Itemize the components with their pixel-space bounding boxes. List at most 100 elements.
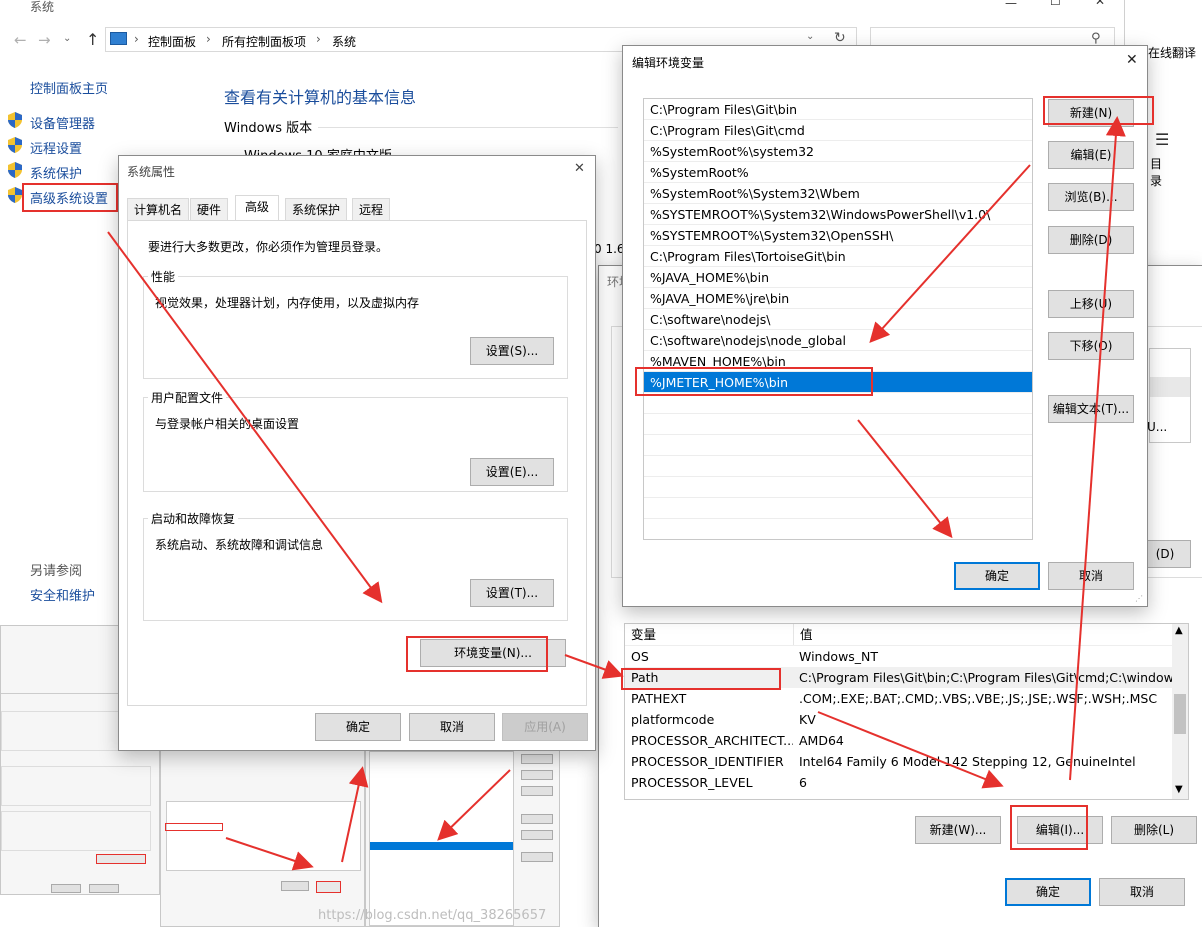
security-link[interactable]: 安全和维护 xyxy=(30,585,95,604)
delete-button[interactable]: 删除(D) xyxy=(1048,226,1134,254)
nav-back-icon[interactable]: ← xyxy=(14,31,27,49)
var-name: OS xyxy=(631,649,649,664)
column-header[interactable]: 变量 xyxy=(625,624,793,645)
minimize-icon[interactable]: — xyxy=(1005,0,1017,10)
version-divider xyxy=(318,127,618,128)
path-entries-list[interactable]: C:\Program Files\Git\bin C:\Program File… xyxy=(643,98,1033,540)
edit-text-button[interactable]: 编辑文本(T)... xyxy=(1048,395,1134,423)
browse-button[interactable]: 浏览(B)... xyxy=(1048,183,1134,211)
breadcrumb-system[interactable]: 系统 xyxy=(332,33,356,50)
thumbnail-env-vars xyxy=(160,740,365,927)
move-up-button[interactable]: 上移(U) xyxy=(1048,290,1134,318)
nav-up-icon[interactable]: ↑ xyxy=(86,30,99,49)
user-profiles-settings-button[interactable]: 设置(E)... xyxy=(470,458,554,486)
env-ok-button[interactable]: 确定 xyxy=(1005,878,1091,906)
list-item-empty[interactable] xyxy=(644,435,1032,456)
ok-button[interactable]: 确定 xyxy=(315,713,401,741)
system-vars-list[interactable]: 变量 值 OS Windows_NT Path C:\Program Files\G… xyxy=(624,623,1189,800)
edit-button[interactable]: 编辑(E) xyxy=(1048,141,1134,169)
table-row[interactable]: PROCESSOR_LEVEL 6 xyxy=(625,772,1188,793)
table-row[interactable]: platformcode KV xyxy=(625,709,1188,730)
list-item-empty[interactable] xyxy=(644,498,1032,519)
list-item[interactable]: %JAVA_HOME%\jre\bin xyxy=(644,288,1032,309)
thumbnail-group xyxy=(1,766,151,806)
maximize-icon[interactable]: ☐ xyxy=(1050,0,1061,8)
system-delete-button[interactable]: 删除(L) xyxy=(1111,816,1197,844)
list-item[interactable]: %MAVEN_HOME%\bin xyxy=(644,351,1032,372)
list-item[interactable]: %SystemRoot%\system32 xyxy=(644,141,1032,162)
startup-settings-button[interactable]: 设置(T)... xyxy=(470,579,554,607)
list-item[interactable]: C:\software\nodejs\node_global xyxy=(644,330,1032,351)
list-item-empty[interactable] xyxy=(644,456,1032,477)
close-icon[interactable]: ✕ xyxy=(1126,52,1138,68)
cancel-button[interactable]: 取消 xyxy=(409,713,495,741)
refresh-icon[interactable]: ↻ xyxy=(834,30,846,46)
admin-note: 要进行大多数更改，你必须作为管理员登录。 xyxy=(148,240,389,254)
system-edit-button[interactable]: 编辑(I)... xyxy=(1017,816,1103,844)
list-item-empty[interactable] xyxy=(644,477,1032,498)
nav-dropdown-icon[interactable]: ⌄ xyxy=(63,33,71,44)
user-profiles-desc: 与登录帐户相关的桌面设置 xyxy=(155,417,300,431)
table-row[interactable]: PATHEXT .COM;.EXE;.BAT;.CMD;.VBS;.VBE;.JS… xyxy=(625,688,1188,709)
startup-desc: 系统启动、系统故障和调试信息 xyxy=(155,538,324,552)
sidebar-item-label: 设备管理器 xyxy=(30,117,96,132)
search-icon: ⚲ xyxy=(1091,31,1101,46)
dialog-title: 系统属性 xyxy=(127,165,176,179)
var-name: PATHEXT xyxy=(631,691,687,706)
list-item[interactable]: %SYSTEMROOT%\System32\WindowsPowerShell\… xyxy=(644,204,1032,225)
system-new-button[interactable]: 新建(W)... xyxy=(915,816,1001,844)
list-item[interactable]: C:\Program Files\Git\bin xyxy=(644,99,1032,120)
close-icon[interactable]: ✕ xyxy=(1095,0,1105,8)
close-icon[interactable]: ✕ xyxy=(574,161,585,176)
new-button[interactable]: 新建(N) xyxy=(1048,99,1134,127)
table-row[interactable]: PROCESSOR_ARCHITECT... AMD64 xyxy=(625,730,1188,751)
table-row[interactable]: OS Windows_NT xyxy=(625,646,1188,667)
breadcrumb-all-items[interactable]: 所有控制面板项 xyxy=(222,33,306,50)
move-down-button[interactable]: 下移(O) xyxy=(1048,332,1134,360)
shield-icon xyxy=(8,112,22,131)
list-item-empty[interactable] xyxy=(644,393,1032,414)
apply-button[interactable]: 应用(A) xyxy=(502,713,588,741)
resize-grip-icon[interactable]: ⋰ xyxy=(1135,594,1143,603)
tab-system-protection[interactable]: 系统保护 xyxy=(285,198,348,220)
scrollbar[interactable]: ▲ ▼ xyxy=(1172,624,1188,799)
title-bar: 系统 — ☐ ✕ xyxy=(0,0,1125,16)
thumbnail-button xyxy=(521,814,553,824)
shield-icon xyxy=(8,137,22,156)
dialog-ok-button[interactable]: 确定 xyxy=(954,562,1040,590)
edit-env-dialog: 编辑环境变量 ✕ C:\Program Files\Git\bin C:\Pro… xyxy=(622,45,1154,607)
scroll-up-icon[interactable]: ▲ xyxy=(1175,625,1183,636)
env-cancel-button[interactable]: 取消 xyxy=(1099,878,1185,906)
tab-remote[interactable]: 远程 xyxy=(352,198,391,220)
performance-title: 性能 xyxy=(148,268,179,285)
list-item-empty[interactable] xyxy=(644,414,1032,435)
sidebar-item-label: 远程设置 xyxy=(30,142,83,157)
list-item[interactable]: %SystemRoot%\System32\Wbem xyxy=(644,183,1032,204)
list-item[interactable]: %JAVA_HOME%\bin xyxy=(644,267,1032,288)
address-dropdown-icon[interactable]: ⌄ xyxy=(806,31,814,42)
list-item[interactable]: C:\Program Files\TortoiseGit\bin xyxy=(644,246,1032,267)
list-item[interactable]: C:\Program Files\Git\cmd xyxy=(644,120,1032,141)
startup-title: 启动和故障恢复 xyxy=(148,510,239,527)
list-item[interactable]: %SystemRoot% xyxy=(644,162,1032,183)
list-item[interactable]: C:\software\nodejs\ xyxy=(644,309,1032,330)
column-header[interactable]: 值 xyxy=(793,624,1188,645)
page-title: 查看有关计算机的基本信息 xyxy=(224,88,417,107)
var-name: platformcode xyxy=(631,712,715,727)
tab-computer-name[interactable]: 计算机名 xyxy=(127,198,190,220)
tab-advanced[interactable]: 高级 xyxy=(235,195,280,220)
scroll-thumb[interactable] xyxy=(1174,694,1186,734)
nav-forward-icon[interactable]: → xyxy=(38,31,51,49)
thumbnail-selected-row xyxy=(165,823,223,831)
list-item-selected[interactable]: %JMETER_HOME%\bin xyxy=(644,372,1032,393)
scroll-down-icon[interactable]: ▼ xyxy=(1175,784,1183,795)
performance-settings-button[interactable]: 设置(S)... xyxy=(470,337,554,365)
dialog-cancel-button[interactable]: 取消 xyxy=(1048,562,1134,590)
table-row[interactable]: PROCESSOR_IDENTIFIER Intel64 Family 6 Mod… xyxy=(625,751,1188,772)
table-row[interactable]: Path C:\Program Files\Git\bin;C:\Program … xyxy=(625,667,1188,688)
environment-variables-button[interactable]: 环境变量(N)... xyxy=(420,639,566,667)
tab-hardware[interactable]: 硬件 xyxy=(190,198,229,220)
breadcrumb-control-panel[interactable]: 控制面板 xyxy=(148,33,196,50)
sidebar-home[interactable]: 控制面板主页 xyxy=(30,78,108,97)
list-item[interactable]: %SYSTEMROOT%\System32\OpenSSH\ xyxy=(644,225,1032,246)
